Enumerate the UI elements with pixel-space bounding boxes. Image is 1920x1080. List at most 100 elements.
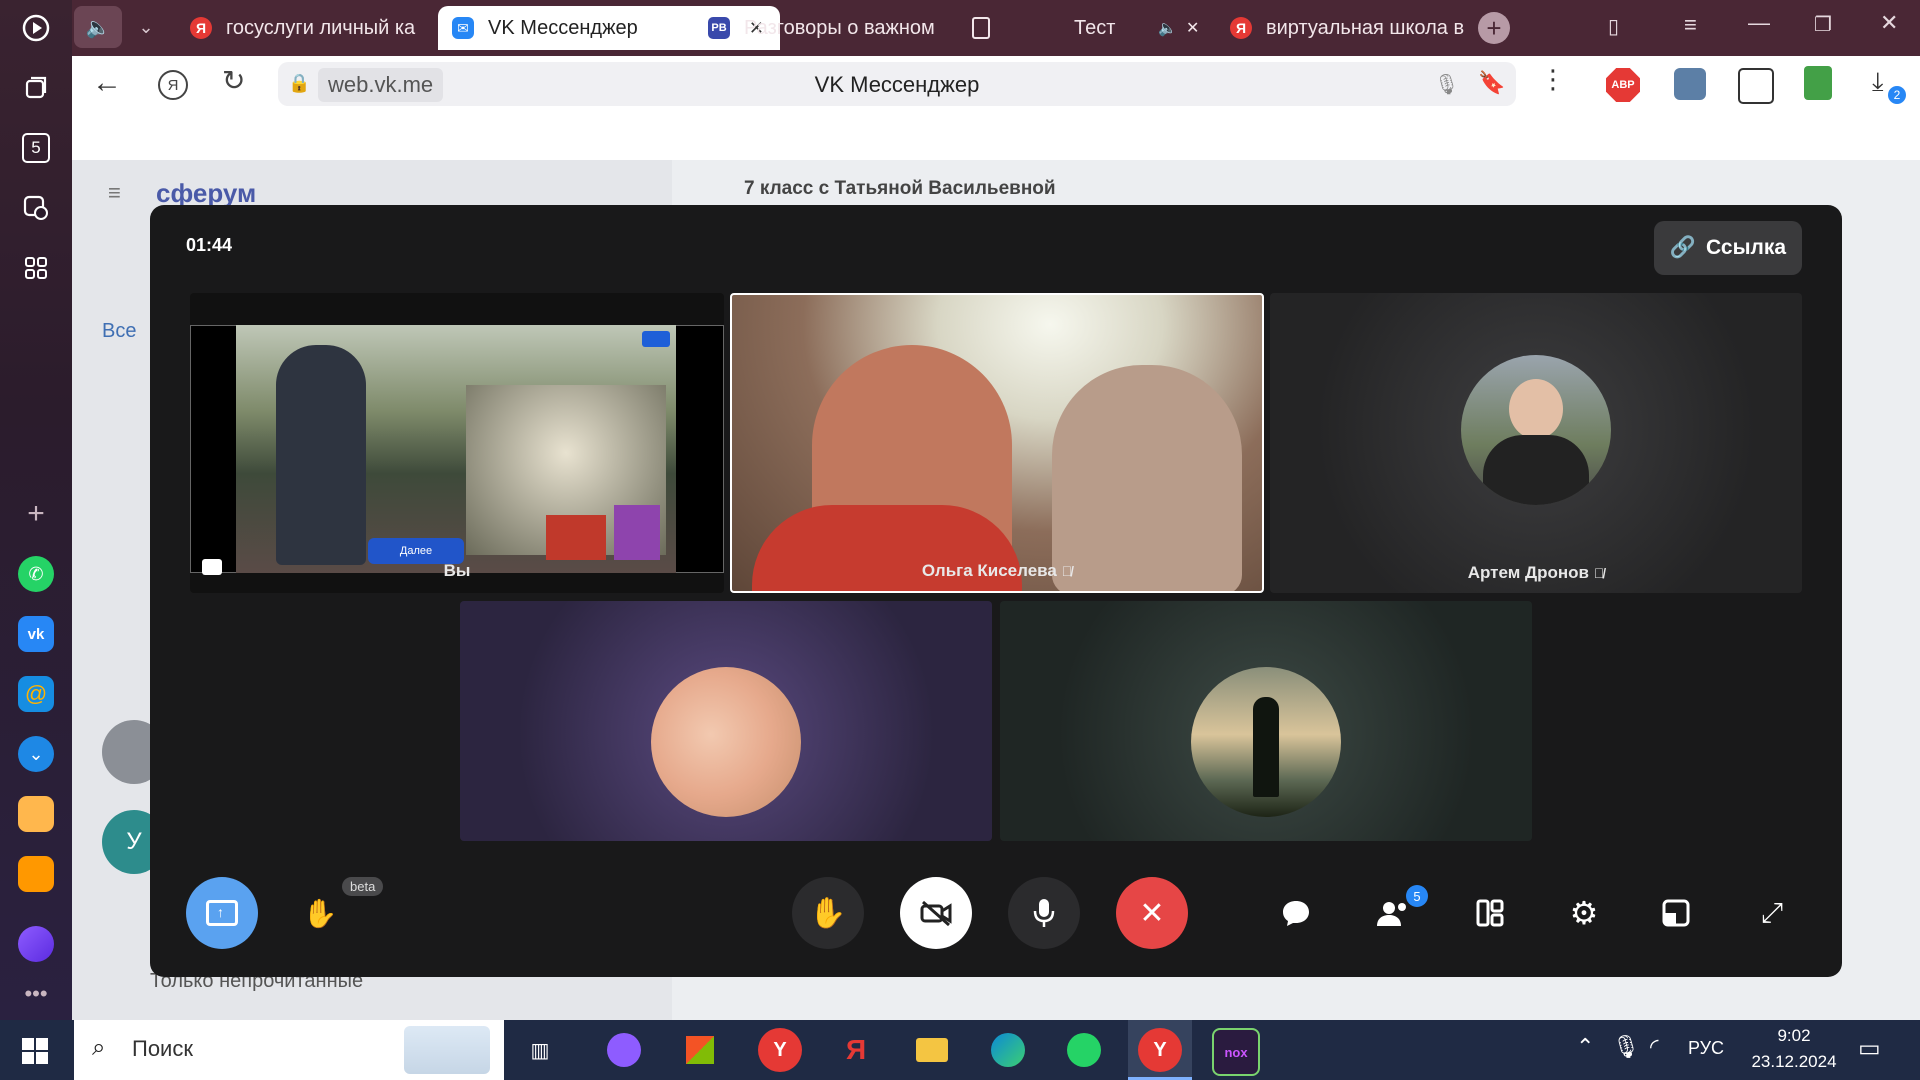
- close-window-icon[interactable]: ✕: [1880, 10, 1898, 36]
- extension-screenshot-icon[interactable]: [1674, 68, 1706, 100]
- nox-icon[interactable]: nox: [1212, 1028, 1260, 1076]
- filter-all: Все: [102, 320, 137, 342]
- chevron-down-icon[interactable]: ⌄: [126, 6, 166, 48]
- apps-grid-icon[interactable]: [14, 246, 58, 290]
- network-icon[interactable]: ◜: [1650, 1034, 1659, 1060]
- whatsapp-icon[interactable]: ✆: [14, 552, 58, 596]
- whatsapp-taskbar-icon[interactable]: [1062, 1028, 1106, 1072]
- hamburger-icon: ≡: [108, 180, 121, 205]
- chat-button[interactable]: [1272, 889, 1320, 937]
- adblock-icon[interactable]: ABP: [1606, 68, 1640, 102]
- tab-label: Тест: [1074, 16, 1116, 39]
- back-arrow-icon[interactable]: ←: [92, 66, 122, 100]
- show-hidden-icons-icon[interactable]: ⌃: [1576, 1034, 1594, 1060]
- screenshot-icon[interactable]: [14, 186, 58, 230]
- slide-logo: [642, 331, 670, 347]
- tabs-count-icon[interactable]: 5: [14, 126, 58, 170]
- collections-icon[interactable]: [14, 66, 58, 110]
- layout-button[interactable]: [1466, 889, 1514, 937]
- avatar-silhouette: [1253, 697, 1279, 797]
- yandex-favicon-icon: Я: [190, 17, 212, 39]
- taskbar-search-box[interactable]: ⌕ Поиск: [74, 1020, 504, 1080]
- microphone-icon[interactable]: 🎙: [1434, 72, 1459, 97]
- yandex-browser-icon[interactable]: Y: [758, 1028, 802, 1072]
- mail-icon[interactable]: @: [14, 672, 58, 716]
- file-explorer-icon[interactable]: [910, 1028, 954, 1072]
- reload-icon[interactable]: ↻: [222, 64, 245, 97]
- link-icon: 🔗: [1669, 236, 1697, 259]
- yandex-home-icon[interactable]: Я: [158, 70, 188, 100]
- close-tab-icon[interactable]: ✕: [1186, 18, 1199, 38]
- participant-name-row: Артем Дронов 🎙̸: [1270, 563, 1802, 583]
- downloads-badge: 2: [1888, 86, 1906, 104]
- microphone-tray-icon[interactable]: 🎙: [1612, 1034, 1640, 1060]
- add-panel-icon[interactable]: +: [14, 492, 58, 536]
- chat-title: 7 класс с Татьяной Васильевной: [744, 178, 1056, 199]
- share-screen-button[interactable]: ↑: [186, 877, 258, 949]
- settings-button[interactable]: ⚙: [1560, 889, 1608, 937]
- notifications-icon[interactable]: ▭: [1858, 1034, 1881, 1063]
- new-tab-button[interactable]: +: [1478, 12, 1510, 44]
- vk-icon[interactable]: vk: [14, 612, 58, 656]
- tile-olga-kiseleva[interactable]: Ольга Киселева 🎙̸: [730, 293, 1264, 593]
- notes-icon[interactable]: [14, 792, 58, 836]
- camera-toggle-button[interactable]: [900, 877, 972, 949]
- clock-time[interactable]: 9:02: [1740, 1026, 1848, 1046]
- link-button[interactable]: 🔗 Ссылка: [1654, 221, 1802, 275]
- participant-name-row: Ольга Киселева 🎙̸: [732, 561, 1262, 581]
- tab-label: Разговоры о важном: [744, 16, 935, 39]
- search-placeholder: Поиск: [132, 1036, 193, 1061]
- tab-razgovory[interactable]: РВ Разговоры о важном: [708, 6, 1008, 50]
- menu-icon[interactable]: ≡: [1684, 12, 1697, 38]
- tab-label: VK Мессенджер: [488, 16, 638, 39]
- minimize-call-button[interactable]: [1652, 889, 1700, 937]
- avatar: [651, 667, 801, 817]
- messenger-icon[interactable]: ⌄: [14, 732, 58, 776]
- windows-start-icon[interactable]: [22, 1038, 48, 1069]
- mail-envelope-icon[interactable]: [14, 852, 58, 896]
- restore-icon[interactable]: ❐: [1814, 12, 1832, 37]
- raise-hand-button[interactable]: ✋: [792, 877, 864, 949]
- call-window: 01:44 🔗 Ссылка Далее Вы Ольга Киселева 🎙…: [150, 205, 1842, 977]
- downloads-icon[interactable]: ⤓: [1872, 66, 1884, 98]
- store-icon[interactable]: [678, 1028, 722, 1072]
- hang-up-button[interactable]: ✕: [1116, 877, 1188, 949]
- extension-translate-icon[interactable]: [1738, 68, 1774, 104]
- more-icon[interactable]: •••: [14, 972, 58, 1016]
- tab-test[interactable]: Тест 🔈 ✕: [972, 6, 1272, 50]
- tab-audio-icon[interactable]: 🔈: [1158, 19, 1177, 37]
- bookmarks-panel-icon[interactable]: ▯: [1608, 14, 1619, 39]
- close-icon: ✕: [1139, 896, 1165, 930]
- tile-artem-dronov[interactable]: Артем Дронов 🎙̸: [1270, 293, 1802, 593]
- tabs-count-badge: 5: [22, 133, 50, 163]
- bookmark-icon[interactable]: 🔖: [1478, 70, 1505, 96]
- task-view-icon[interactable]: ▥: [518, 1028, 562, 1072]
- mic-muted-icon: 🎙̸: [1593, 565, 1605, 581]
- effects-button[interactable]: ✋: [296, 889, 344, 937]
- tab-group-button[interactable]: 🔈: [74, 6, 122, 48]
- alice-icon[interactable]: [14, 922, 58, 966]
- microphone-button[interactable]: [1008, 877, 1080, 949]
- microphone-icon: [1033, 899, 1055, 927]
- tile-self-screen-share[interactable]: Далее Вы: [190, 293, 724, 593]
- media-player-icon[interactable]: [14, 6, 58, 50]
- tile-participant-4[interactable]: [460, 601, 992, 841]
- minimize-icon[interactable]: —: [1748, 10, 1770, 36]
- clock-date[interactable]: 23.12.2024: [1740, 1052, 1848, 1072]
- people-icon: [1377, 902, 1406, 926]
- tile-participant-5[interactable]: [1000, 601, 1532, 841]
- layout-grid-icon: [1476, 899, 1504, 927]
- language-indicator[interactable]: РУС: [1688, 1038, 1724, 1059]
- yandex-icon[interactable]: Я: [834, 1028, 878, 1072]
- alice-taskbar-icon[interactable]: [602, 1028, 646, 1072]
- raise-hand-icon: ✋: [809, 896, 847, 930]
- extension-green-icon[interactable]: [1804, 66, 1832, 100]
- tab-label: виртуальная школа в: [1266, 16, 1465, 39]
- url-field[interactable]: 🔒 web.vk.me VK Мессенджер 🎙 🔖: [278, 62, 1516, 106]
- edge-icon[interactable]: [986, 1028, 1030, 1072]
- yandex-browser-active-icon[interactable]: Y: [1138, 1028, 1182, 1072]
- fullscreen-button[interactable]: ⤢: [1748, 889, 1796, 937]
- participant-name: Вы: [443, 561, 471, 580]
- address-bar: ← Я ↻ 🔒 web.vk.me VK Мессенджер 🎙 🔖 ⋮ AB…: [72, 56, 1920, 114]
- kebab-menu-icon[interactable]: ⋮: [1540, 64, 1566, 95]
